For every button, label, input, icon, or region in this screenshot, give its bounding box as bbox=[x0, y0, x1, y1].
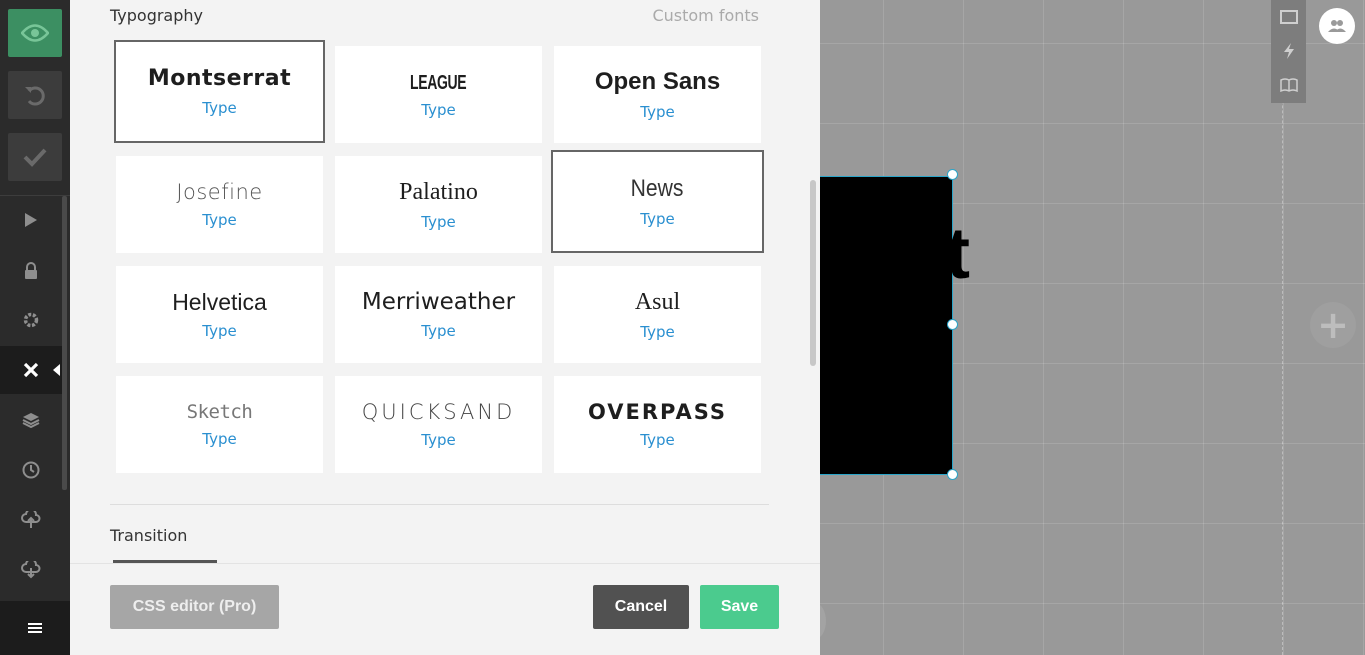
font-option-sketch[interactable]: Sketch Type bbox=[116, 376, 323, 473]
font-type-sample: Type bbox=[640, 431, 675, 450]
transition-heading: Transition bbox=[110, 526, 188, 545]
font-type-sample: Type bbox=[202, 211, 237, 230]
resize-handle-top-right[interactable] bbox=[947, 169, 958, 180]
font-type-sample: Type bbox=[421, 100, 456, 119]
undo-button[interactable] bbox=[8, 71, 62, 119]
cloud-download-icon bbox=[21, 561, 41, 579]
font-type-sample: Type bbox=[202, 429, 237, 448]
undo-icon bbox=[25, 86, 45, 106]
font-name: Asul bbox=[634, 289, 681, 316]
font-option-news[interactable]: News Type bbox=[551, 150, 764, 253]
collaborators-button[interactable] bbox=[1319, 8, 1355, 44]
font-type-sample: Type bbox=[202, 98, 237, 117]
slide-icon[interactable] bbox=[1271, 0, 1306, 34]
font-name: LEAGUE bbox=[410, 71, 467, 94]
font-name: Sketch bbox=[186, 401, 253, 424]
book-icon[interactable] bbox=[1271, 68, 1306, 102]
main-menu-button[interactable] bbox=[0, 601, 70, 655]
resize-handle-right[interactable] bbox=[947, 319, 958, 330]
font-option-quicksand[interactable]: QUICKSAND Type bbox=[335, 376, 542, 473]
play-icon bbox=[25, 213, 37, 227]
selected-block[interactable] bbox=[820, 176, 953, 475]
import-button[interactable] bbox=[0, 496, 62, 544]
users-icon bbox=[1328, 20, 1346, 32]
font-name: Merriweather bbox=[361, 288, 516, 315]
lock-button[interactable] bbox=[0, 247, 62, 295]
font-option-palatino[interactable]: Palatino Type bbox=[335, 156, 542, 253]
font-option-merriweather[interactable]: Merriweather Type bbox=[335, 266, 542, 363]
export-button[interactable] bbox=[0, 546, 62, 594]
section-divider bbox=[110, 504, 769, 505]
present-button[interactable] bbox=[0, 196, 62, 244]
font-option-josefine[interactable]: Josefine Type bbox=[116, 156, 323, 253]
typography-heading: Typography bbox=[110, 6, 203, 25]
font-type-sample: Type bbox=[202, 322, 237, 341]
save-button[interactable]: Save bbox=[700, 585, 779, 629]
font-type-sample: Type bbox=[421, 322, 456, 341]
gear-icon bbox=[23, 312, 39, 328]
canvas-side-tools bbox=[1271, 0, 1306, 103]
font-option-overpass[interactable]: OVERPASS Type bbox=[554, 376, 761, 473]
cloud-upload-icon bbox=[21, 511, 41, 528]
layers-icon bbox=[22, 413, 40, 428]
font-type-sample: Type bbox=[640, 209, 675, 228]
custom-fonts-link[interactable]: Custom fonts bbox=[652, 6, 759, 25]
font-name: QUICKSAND bbox=[361, 399, 516, 424]
panel-scrollbar[interactable] bbox=[810, 180, 816, 366]
font-name: Open Sans bbox=[594, 68, 721, 96]
style-panel-content: Typography Custom fonts Montserrat Type … bbox=[70, 0, 820, 563]
hamburger-menu-icon bbox=[28, 623, 42, 633]
font-type-sample: Type bbox=[421, 212, 456, 231]
layers-button[interactable] bbox=[0, 396, 62, 444]
resize-handle-bottom-right[interactable] bbox=[947, 469, 958, 480]
font-option-open-sans[interactable]: Open Sans Type bbox=[554, 46, 761, 143]
panel-footer: CSS editor (Pro) Cancel Save bbox=[70, 563, 820, 655]
font-option-helvetica[interactable]: Helvetica Type bbox=[116, 266, 323, 363]
font-option-montserrat[interactable]: Montserrat Type bbox=[114, 40, 325, 143]
cancel-button[interactable]: Cancel bbox=[593, 585, 689, 629]
close-icon bbox=[23, 362, 39, 378]
font-type-sample: Type bbox=[640, 102, 675, 121]
check-icon bbox=[23, 148, 47, 167]
slide-canvas[interactable]: t + bbox=[820, 0, 1365, 655]
history-button[interactable] bbox=[0, 446, 62, 494]
font-option-asul[interactable]: Asul Type bbox=[554, 266, 761, 363]
settings-button[interactable] bbox=[0, 296, 62, 344]
add-slide-button[interactable]: + bbox=[1310, 302, 1356, 348]
clock-icon bbox=[22, 461, 40, 479]
font-name: Helvetica bbox=[172, 288, 267, 315]
font-name: Montserrat bbox=[147, 66, 292, 92]
lightning-icon[interactable] bbox=[1271, 34, 1306, 68]
toolbar-scrollbar[interactable] bbox=[62, 196, 67, 490]
canvas-ghost-control bbox=[820, 603, 826, 639]
publish-button[interactable] bbox=[8, 133, 62, 181]
font-name: Josefine bbox=[176, 179, 263, 204]
font-type-sample: Type bbox=[421, 431, 456, 450]
font-name: OVERPASS bbox=[587, 399, 728, 424]
eye-icon bbox=[21, 24, 49, 42]
font-option-league[interactable]: LEAGUE Type bbox=[335, 46, 542, 143]
lock-icon bbox=[25, 262, 37, 279]
css-editor-button[interactable]: CSS editor (Pro) bbox=[110, 585, 279, 629]
font-name: Palatino bbox=[399, 179, 478, 206]
close-style-panel-button[interactable] bbox=[0, 346, 62, 394]
slide-text[interactable]: t bbox=[946, 218, 970, 290]
left-toolbar bbox=[0, 0, 70, 655]
style-panel: Typography Custom fonts Montserrat Type … bbox=[70, 0, 820, 655]
font-name: News bbox=[631, 175, 684, 203]
preview-button[interactable] bbox=[8, 9, 62, 57]
font-type-sample: Type bbox=[640, 322, 675, 341]
